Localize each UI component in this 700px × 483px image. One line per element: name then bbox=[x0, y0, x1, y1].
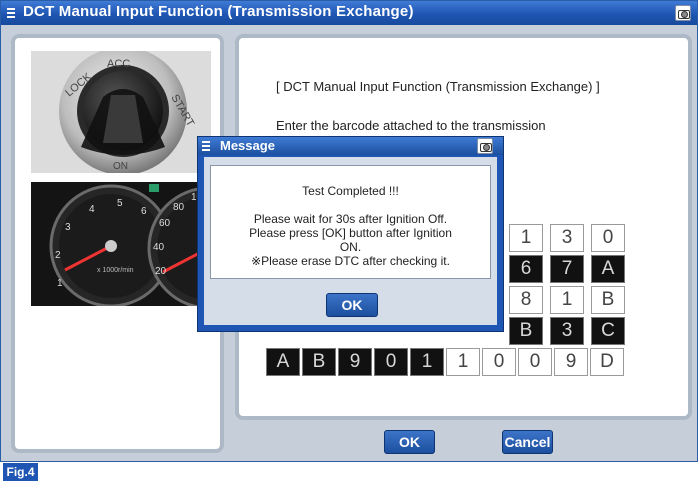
barcode-cell[interactable]: 1 bbox=[550, 286, 584, 314]
message-box: Test Completed !!! Please wait for 30s a… bbox=[210, 165, 491, 279]
ok-button[interactable]: OK bbox=[384, 430, 435, 454]
window-menu-icon[interactable] bbox=[6, 7, 16, 19]
message-line: ※Please erase DTC after checking it. bbox=[251, 254, 450, 268]
barcode-cell[interactable]: 0 bbox=[374, 348, 408, 376]
dialog-title-bar: Message bbox=[198, 137, 503, 155]
message-status: Test Completed !!! bbox=[302, 184, 399, 198]
barcode-cell[interactable]: 3 bbox=[550, 224, 584, 252]
panel-heading: [ DCT Manual Input Function (Transmissio… bbox=[276, 79, 600, 94]
tach-unit: x 1000r/min bbox=[97, 267, 134, 274]
instruction-text: Enter the barcode attached to the transm… bbox=[276, 118, 546, 133]
key-label-on: ON bbox=[113, 161, 128, 172]
barcode-cell[interactable]: 8 bbox=[509, 286, 543, 314]
message-line: ON. bbox=[339, 240, 362, 254]
tach-tick-1: 1 bbox=[57, 278, 63, 289]
window-title: DCT Manual Input Function (Transmission … bbox=[23, 3, 414, 20]
barcode-cell[interactable]: B bbox=[591, 286, 625, 314]
ignition-key-photo: LOCK ACC START ON bbox=[31, 51, 211, 173]
dialog-ok-button[interactable]: OK bbox=[326, 293, 378, 317]
left-image-panel: LOCK ACC START ON 1 2 3 4 5 6 x 1000r/mi… bbox=[11, 34, 224, 453]
barcode-cell[interactable]: B bbox=[302, 348, 336, 376]
barcode-cell[interactable]: 6 bbox=[509, 255, 543, 283]
tach-tick-6: 6 bbox=[141, 206, 147, 217]
speed-tick-80: 80 bbox=[173, 202, 185, 213]
figure-label: Fig.4 bbox=[3, 463, 38, 481]
tach-tick-4: 4 bbox=[89, 204, 95, 215]
speed-tick-20: 20 bbox=[155, 266, 167, 277]
title-bar: DCT Manual Input Function (Transmission … bbox=[1, 1, 697, 25]
barcode-cell[interactable]: A bbox=[266, 348, 300, 376]
tach-tick-2: 2 bbox=[55, 250, 61, 261]
barcode-cell[interactable]: 3 bbox=[550, 317, 584, 345]
message-line: Please wait for 30s after Ignition Off. bbox=[253, 212, 448, 226]
barcode-cell[interactable]: 9 bbox=[554, 348, 588, 376]
camera-icon[interactable] bbox=[675, 5, 691, 21]
barcode-cell[interactable]: 0 bbox=[518, 348, 552, 376]
message-dialog: Message Test Completed !!! Please wait f… bbox=[197, 136, 504, 332]
message-instructions: Please wait for 30s after Ignition Off. … bbox=[211, 212, 490, 268]
barcode-cell[interactable]: C bbox=[591, 317, 625, 345]
barcode-cell[interactable]: A bbox=[591, 255, 625, 283]
key-label-acc: ACC bbox=[107, 58, 130, 70]
barcode-cell[interactable]: 9 bbox=[338, 348, 372, 376]
instrument-cluster-photo: 1 2 3 4 5 6 x 1000r/min 20 40 60 80 100 bbox=[31, 182, 211, 306]
barcode-cell[interactable]: 1 bbox=[446, 348, 480, 376]
speed-tick-40: 40 bbox=[153, 242, 165, 253]
speed-tick-60: 60 bbox=[159, 218, 171, 229]
message-line: Please press [OK] button after Ignition bbox=[249, 226, 452, 240]
tach-tick-3: 3 bbox=[65, 222, 71, 233]
barcode-cell[interactable]: 0 bbox=[591, 224, 625, 252]
dialog-body: Test Completed !!! Please wait for 30s a… bbox=[204, 157, 497, 325]
tach-tick-5: 5 bbox=[117, 198, 123, 209]
barcode-cell[interactable]: 1 bbox=[410, 348, 444, 376]
barcode-cell[interactable]: B bbox=[509, 317, 543, 345]
barcode-cell[interactable]: 1 bbox=[509, 224, 543, 252]
dialog-menu-icon[interactable] bbox=[202, 140, 210, 151]
dialog-camera-icon[interactable] bbox=[477, 138, 493, 154]
barcode-cell[interactable]: 0 bbox=[482, 348, 516, 376]
barcode-cell[interactable]: D bbox=[590, 348, 624, 376]
barcode-cell[interactable]: 7 bbox=[550, 255, 584, 283]
cancel-button[interactable]: Cancel bbox=[502, 430, 553, 454]
dialog-title: Message bbox=[220, 138, 275, 153]
